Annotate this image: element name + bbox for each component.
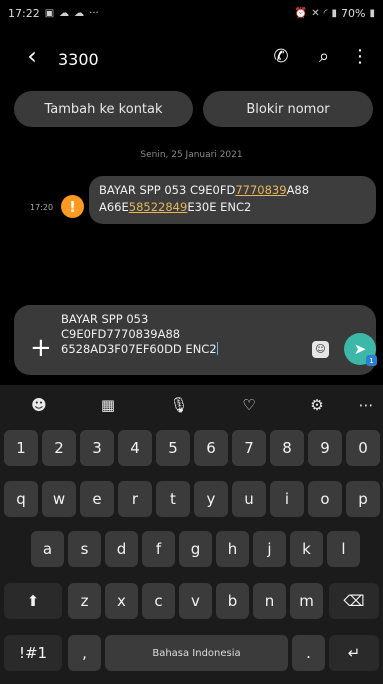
key-0[interactable]: 0 bbox=[346, 430, 380, 466]
conversation-header: ‹ 3300 ✆ ⌕ ⋮ bbox=[0, 40, 383, 78]
cloud-icon: ☁ bbox=[74, 7, 85, 19]
key-p[interactable]: p bbox=[346, 481, 380, 517]
key-9[interactable]: 9 bbox=[308, 430, 342, 466]
message-link[interactable]: 7770839 bbox=[235, 183, 286, 197]
sticker-icon[interactable]: ▦ bbox=[94, 395, 122, 415]
date-divider: Senin, 25 Januari 2021 bbox=[140, 150, 243, 160]
key-5[interactable]: 5 bbox=[156, 430, 190, 466]
key-z[interactable]: z bbox=[68, 583, 101, 619]
key-g[interactable]: g bbox=[179, 531, 212, 567]
key-k[interactable]: k bbox=[290, 531, 323, 567]
key-2[interactable]: 2 bbox=[42, 430, 76, 466]
sim-badge: 1 bbox=[366, 355, 377, 366]
battery-level: 70% bbox=[341, 6, 366, 20]
key-h[interactable]: h bbox=[216, 531, 249, 567]
shift-icon: ⬆ bbox=[26, 592, 40, 610]
key-o[interactable]: o bbox=[308, 481, 342, 517]
key-t[interactable]: t bbox=[156, 481, 190, 517]
key-f[interactable]: f bbox=[142, 531, 175, 567]
message-line-2: A66E58522849E30E ENC2 bbox=[99, 200, 252, 214]
key-x[interactable]: x bbox=[105, 583, 138, 619]
enter-key[interactable]: ↵ bbox=[329, 635, 379, 671]
alarm-icon: ⏰ bbox=[294, 7, 308, 19]
block-number-button[interactable]: Blokir nomor bbox=[203, 91, 373, 127]
backspace-key[interactable]: ⌫ bbox=[329, 583, 379, 619]
key-1[interactable]: 1 bbox=[4, 430, 38, 466]
key-b[interactable]: b bbox=[216, 583, 249, 619]
message-input[interactable]: BAYAR SPP 053 C9E0FD7770839A88 6528AD3F0… bbox=[61, 312, 301, 357]
sticker-icon[interactable]: ☺ bbox=[312, 341, 329, 358]
mic-icon[interactable]: 🎙 bbox=[165, 395, 193, 415]
key-n[interactable]: n bbox=[253, 583, 286, 619]
status-more: ··· bbox=[89, 7, 99, 19]
key-w[interactable]: w bbox=[42, 481, 76, 517]
heart-icon[interactable]: ♡ bbox=[235, 395, 263, 415]
key-m[interactable]: m bbox=[290, 583, 323, 619]
key-c[interactable]: c bbox=[142, 583, 175, 619]
battery-icon: ▮ bbox=[369, 7, 375, 19]
chevron-left-icon[interactable]: ‹ bbox=[20, 42, 44, 70]
send-button[interactable]: ➤ 1 bbox=[344, 333, 377, 366]
key-8[interactable]: 8 bbox=[270, 430, 304, 466]
signal-icon: ▮ bbox=[331, 7, 338, 19]
message-link[interactable]: 58522849 bbox=[129, 200, 188, 214]
settings-icon[interactable]: ⚙ bbox=[303, 395, 331, 415]
status-bar: 17:22 ▣ ☁ ☁ ··· ⏰ ✕ ◜ ▮ 70% ▮ bbox=[0, 0, 383, 26]
key-6[interactable]: 6 bbox=[194, 430, 228, 466]
key-a[interactable]: a bbox=[31, 531, 64, 567]
key-i[interactable]: i bbox=[270, 481, 304, 517]
key-3[interactable]: 3 bbox=[80, 430, 114, 466]
key-v[interactable]: v bbox=[179, 583, 212, 619]
key-y[interactable]: y bbox=[194, 481, 228, 517]
space-key[interactable]: Bahasa Indonesia bbox=[105, 635, 288, 671]
shift-key[interactable]: ⬆ bbox=[4, 583, 62, 619]
phone-icon[interactable]: ✆ bbox=[269, 46, 293, 67]
key-u[interactable]: u bbox=[232, 481, 266, 517]
key-d[interactable]: d bbox=[105, 531, 138, 567]
key-7[interactable]: 7 bbox=[232, 430, 266, 466]
conversation-title: 3300 bbox=[58, 50, 99, 69]
key-l[interactable]: l bbox=[327, 531, 360, 567]
emoji-icon[interactable]: ☻ bbox=[25, 395, 53, 415]
send-icon: ➤ bbox=[353, 340, 367, 358]
message-time: 17:20 bbox=[30, 203, 54, 212]
wifi-icon: ◜ bbox=[323, 7, 328, 19]
key-j[interactable]: j bbox=[253, 531, 286, 567]
enter-icon: ↵ bbox=[347, 644, 361, 662]
attach-plus-button[interactable]: + bbox=[30, 335, 52, 361]
symbols-key[interactable]: !#1 bbox=[4, 635, 62, 671]
message-line-1: BAYAR SPP 053 C9E0FD7770839A88 bbox=[99, 183, 310, 197]
key-e[interactable]: e bbox=[80, 481, 114, 517]
period-key[interactable]: . bbox=[292, 635, 325, 671]
mute-icon: ✕ bbox=[311, 7, 320, 19]
image-icon: ▣ bbox=[44, 7, 55, 19]
comma-key[interactable]: , bbox=[68, 635, 101, 671]
more-icon[interactable]: ⋯ bbox=[352, 395, 380, 415]
key-s[interactable]: s bbox=[68, 531, 101, 567]
key-q[interactable]: q bbox=[4, 481, 38, 517]
add-contact-button[interactable]: Tambah ke kontak bbox=[14, 91, 193, 127]
key-4[interactable]: 4 bbox=[118, 430, 152, 466]
cloud-icon: ☁ bbox=[59, 7, 70, 19]
status-time: 17:22 bbox=[8, 6, 40, 20]
message-bubble[interactable]: BAYAR SPP 053 C9E0FD7770839A88 A66E58522… bbox=[89, 176, 376, 224]
more-vertical-icon[interactable]: ⋮ bbox=[348, 46, 372, 67]
text-caret bbox=[216, 342, 219, 355]
send-failed-icon[interactable]: ! bbox=[61, 195, 84, 218]
search-icon[interactable]: ⌕ bbox=[312, 46, 336, 67]
backspace-icon: ⌫ bbox=[343, 592, 365, 610]
key-r[interactable]: r bbox=[118, 481, 152, 517]
